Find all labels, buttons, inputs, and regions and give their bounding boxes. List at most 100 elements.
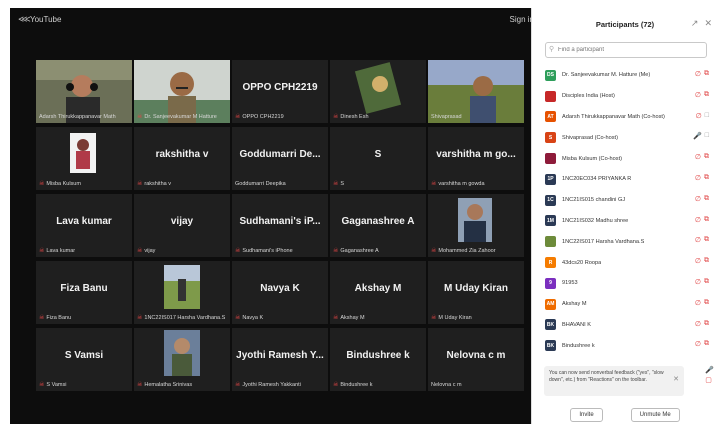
camera-off-icon[interactable]: ⧉ xyxy=(704,257,709,265)
video-tile[interactable]: Bindushree k ☠ Bindushree k xyxy=(330,328,426,391)
camera-off-icon[interactable]: ⧉ xyxy=(704,340,709,348)
video-tile[interactable]: S ☠ S xyxy=(330,127,426,190)
participant-row[interactable]: 1M 1NC21IS032 Madhu shree ∅ ⧉ xyxy=(545,211,713,232)
tile-label-text: Bindushree k xyxy=(340,381,373,388)
camera-off-icon[interactable]: ⧉ xyxy=(704,153,709,161)
mic-muted-icon[interactable]: ∅ xyxy=(695,195,701,203)
camera-off-icon[interactable]: ⧉ xyxy=(704,299,709,307)
participant-row[interactable]: S Shivaprasad (Co-host) 🎤 □ xyxy=(545,127,713,148)
video-tile[interactable]: M Uday Kiran ☠ M Uday Kiran xyxy=(428,261,524,324)
tile-label-text: Jyothi Ramesh Yakkanti xyxy=(242,381,301,388)
video-tile[interactable]: vijay ☠ vijay xyxy=(134,194,230,257)
camera-off-icon[interactable]: ⧉ xyxy=(704,216,709,224)
participant-row[interactable]: 1NC22IS017 Harsha Vardhana.S ∅ ⧉ xyxy=(545,231,713,252)
mic-muted-icon[interactable]: ∅ xyxy=(695,340,701,348)
mic-muted-icon[interactable]: ∅ xyxy=(695,153,701,161)
participants-header: Participants (72) ↗ ✕ xyxy=(532,8,718,38)
video-topbar: ⋘ YouTube Sign in xyxy=(10,8,540,30)
camera-icon[interactable]: □ xyxy=(705,112,709,120)
tile-label-text: S xyxy=(340,180,345,187)
tile-label: ☠ rakshitha v xyxy=(137,180,171,188)
tip-side-icons: 🎤 ▢ xyxy=(705,366,714,384)
video-tile[interactable]: Jyothi Ramesh Y... ☠ Jyothi Ramesh Yakkant… xyxy=(232,328,328,391)
avatar: DS xyxy=(545,69,556,81)
video-tile[interactable]: S Vamsi ☠ S Vamsi xyxy=(36,328,132,391)
participant-name: Adarsh Thirukkappanavar Math (Co-host) xyxy=(562,113,665,120)
camera-off-icon[interactable]: ⧉ xyxy=(704,91,709,99)
mic-muted-icon: ☠ xyxy=(137,382,143,388)
tile-display-name: varshitha m go... xyxy=(436,149,516,160)
camera-off-icon[interactable]: ⧉ xyxy=(704,278,709,286)
video-tile[interactable]: Adarsh Thirukkappanavar Math xyxy=(36,60,132,123)
tile-label: ☠ Dr. Sanjeevakumar M Hatture xyxy=(137,113,217,121)
video-tile[interactable]: ☠ Hemalatha Srinivas xyxy=(134,328,230,391)
participant-row[interactable]: 1C 1NC21IS015 chandini GJ ∅ ⧉ xyxy=(545,190,713,211)
video-tile[interactable]: Navya K ☠ Navya K xyxy=(232,261,328,324)
invite-button[interactable]: Invite xyxy=(570,408,603,422)
mic-muted-icon[interactable]: ∅ xyxy=(696,112,702,120)
tile-label-text: Hemalatha Srinivas xyxy=(144,381,193,388)
participant-name: 91953 xyxy=(562,280,578,287)
video-tile[interactable]: ☠ Mohammed Zia Zahoor xyxy=(428,194,524,257)
video-tile[interactable]: Fiza Banu ☠ Fiza Banu xyxy=(36,261,132,324)
mic-muted-icon[interactable]: ∅ xyxy=(695,257,701,265)
mic-icon[interactable]: 🎤 xyxy=(693,132,702,140)
video-tile[interactable]: rakshitha v ☠ rakshitha v xyxy=(134,127,230,190)
popout-icon[interactable]: ↗ xyxy=(691,18,699,29)
video-tile[interactable]: Goddumarri De... Goddumarri Deepika xyxy=(232,127,328,190)
participant-row[interactable]: 1P 1NC20EC034 PRIYANKA R ∅ ⧉ xyxy=(545,169,713,190)
tile-display-name: S Vamsi xyxy=(64,350,104,361)
participant-row[interactable]: Misba Kulsum (Co-host) ∅ ⧉ xyxy=(545,148,713,169)
camera-icon[interactable]: □ xyxy=(705,132,709,140)
participant-row[interactable]: 9 91953 ∅ ⧉ xyxy=(545,273,713,294)
mic-muted-icon[interactable]: ∅ xyxy=(695,299,701,307)
mic-muted-icon: ☠ xyxy=(39,382,45,388)
search-input[interactable] xyxy=(558,44,698,55)
participant-row[interactable]: AT Adarsh Thirukkappanavar Math (Co-host)… xyxy=(545,107,713,128)
participant-name: Misba Kulsum (Co-host) xyxy=(562,155,622,162)
participant-row[interactable]: Disciples India (Host) ∅ ⧉ xyxy=(545,86,713,107)
tile-label: Goddumarri Deepika xyxy=(235,181,286,187)
mic-muted-icon[interactable]: ∅ xyxy=(695,174,701,182)
source-label: YouTube xyxy=(30,15,62,24)
video-tile[interactable]: Lava kumar ☠ Lava kumar xyxy=(36,194,132,257)
mic-muted-icon[interactable]: ∅ xyxy=(695,216,701,224)
tile-display-name: Fiza Banu xyxy=(60,283,108,294)
avatar: BK xyxy=(545,340,556,352)
close-icon[interactable]: ✕ xyxy=(704,18,712,29)
mic-muted-icon: ☠ xyxy=(333,248,339,254)
participant-row[interactable]: DS Dr. Sanjeevakumar M. Hatture (Me) ∅ ⧉ xyxy=(545,65,713,86)
mic-muted-icon[interactable]: ∅ xyxy=(695,236,701,244)
unmute-me-button[interactable]: Unmute Me xyxy=(630,408,680,422)
camera-off-icon[interactable]: ⧉ xyxy=(704,70,709,78)
reactions-tip: You can now send nonverbal feedback ("ye… xyxy=(544,366,684,396)
video-tile[interactable]: Akshay M ☠ Akshay M xyxy=(330,261,426,324)
video-tile[interactable]: Nelovna c m Nelovna c m xyxy=(428,328,524,391)
video-tile[interactable]: Sudhamani's iP... ☠ Sudhamani's iPhone xyxy=(232,194,328,257)
tip-text: You can now send nonverbal feedback ("ye… xyxy=(549,370,664,383)
mic-muted-icon[interactable]: ∅ xyxy=(695,278,701,286)
tip-close-icon[interactable]: ✕ xyxy=(673,376,679,383)
video-tile[interactable]: OPPO CPH2219 ☠ OPPO CPH2219 xyxy=(232,60,328,123)
participant-row[interactable]: R 43dcs20 Roopa ∅ ⧉ xyxy=(545,252,713,273)
camera-off-icon[interactable]: ⧉ xyxy=(704,174,709,182)
camera-off-icon[interactable]: ⧉ xyxy=(704,195,709,203)
mic-muted-icon: ☠ xyxy=(235,114,241,120)
video-tile[interactable]: Shivaprasad xyxy=(428,60,524,123)
video-tile[interactable]: Gaganashree A ☠ Gaganashree A xyxy=(330,194,426,257)
mic-muted-icon[interactable]: ∅ xyxy=(695,70,701,78)
video-tile[interactable]: ☠ Misba Kulsum xyxy=(36,127,132,190)
participant-row[interactable]: BK BHAVANI K ∅ ⧉ xyxy=(545,315,713,336)
video-tile[interactable]: ☠ Dr. Sanjeevakumar M Hatture xyxy=(134,60,230,123)
camera-off-icon[interactable]: ⧉ xyxy=(704,236,709,244)
video-tile[interactable]: varshitha m go... ☠ varshitha m gowda xyxy=(428,127,524,190)
mic-muted-icon: ☠ xyxy=(39,315,45,321)
mic-muted-icon[interactable]: ∅ xyxy=(695,320,701,328)
video-tile[interactable]: ☠ Dinesh Esh xyxy=(330,60,426,123)
participant-row[interactable]: BK Bindushree k ∅ ⧉ xyxy=(545,335,713,356)
video-tile[interactable]: ☠ 1NC22IS017 Harsha Vardhana.S xyxy=(134,261,230,324)
participant-row[interactable]: AM Akshay M ∅ ⧉ xyxy=(545,294,713,315)
mic-muted-icon[interactable]: ∅ xyxy=(695,91,701,99)
participant-search[interactable]: ⚲ xyxy=(545,42,707,58)
camera-off-icon[interactable]: ⧉ xyxy=(704,320,709,328)
